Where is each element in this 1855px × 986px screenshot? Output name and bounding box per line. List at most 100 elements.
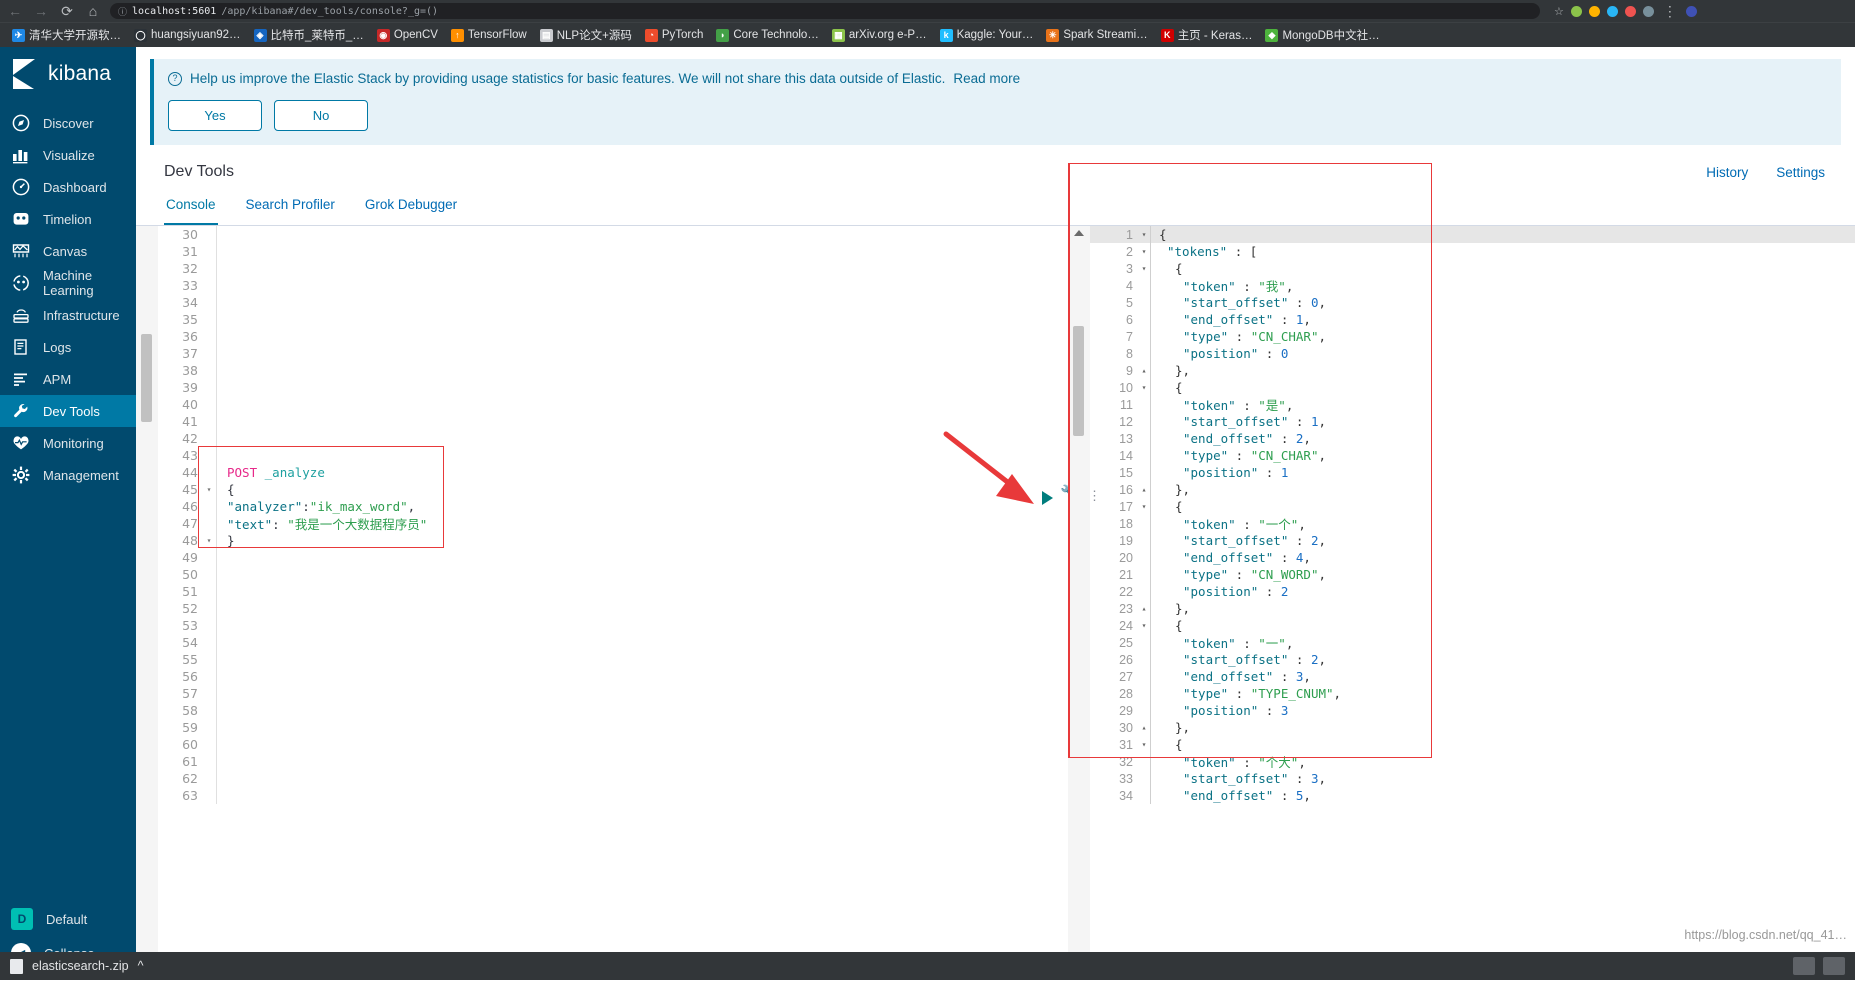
profile-avatar[interactable] bbox=[1685, 5, 1697, 17]
bookmark-item[interactable]: ◈ 比特币_莱特币_… bbox=[248, 25, 370, 45]
line-content[interactable]: { bbox=[1151, 261, 1183, 276]
line-content[interactable]: "token" : "我", bbox=[1151, 276, 1293, 295]
fold-toggle-icon[interactable]: ▾ bbox=[204, 536, 214, 545]
response-viewer-pane[interactable]: 1 ▾{2 ▾ "tokens" : [3 ▾{4 "token" : "我", 5 "sta… bbox=[1068, 163, 1855, 980]
telemetry-no-button[interactable]: No bbox=[274, 100, 368, 131]
open-docs-button[interactable]: 🔧 bbox=[1060, 484, 1068, 502]
tab-grok-debugger[interactable]: Grok Debugger bbox=[363, 191, 459, 225]
line-content[interactable]: "start_offset" : 1, bbox=[1151, 414, 1326, 429]
bookmark-item[interactable]: ↑ TensorFlow bbox=[445, 27, 533, 44]
download-caret-icon[interactable]: ^ bbox=[138, 959, 144, 973]
sidebar-item-canvas[interactable]: Canvas bbox=[0, 235, 136, 267]
bookmark-star-icon[interactable]: ☆ bbox=[1554, 5, 1564, 18]
bookmark-item[interactable]: k Kaggle: Your… bbox=[934, 27, 1040, 44]
extension-icon-5[interactable] bbox=[1642, 5, 1654, 17]
line-content[interactable]: }, bbox=[1151, 601, 1190, 616]
line-content[interactable]: "tokens" : [ bbox=[1151, 244, 1257, 259]
fold-toggle-icon[interactable]: ▴ bbox=[1138, 366, 1150, 375]
response-scroll-thumb[interactable] bbox=[1073, 326, 1084, 436]
scroll-up-caret-icon[interactable] bbox=[1074, 230, 1084, 236]
bookmark-item[interactable]: ◯ huangsiyuan92… bbox=[128, 27, 247, 44]
line-content[interactable]: "position" : 2 bbox=[1151, 584, 1288, 599]
line-content[interactable]: { bbox=[1151, 499, 1183, 514]
fold-toggle-icon[interactable]: ▾ bbox=[1138, 383, 1150, 392]
run-request-button[interactable] bbox=[1042, 491, 1053, 505]
site-info-icon[interactable]: ⓘ bbox=[118, 5, 127, 18]
line-content[interactable]: "text": "我是一个大数据程序员" bbox=[217, 514, 427, 533]
line-content[interactable]: { bbox=[1151, 737, 1183, 752]
fold-toggle-icon[interactable]: ▾ bbox=[1138, 247, 1150, 256]
line-content[interactable]: "end_offset" : 2, bbox=[1151, 431, 1311, 446]
line-content[interactable]: "token" : "是", bbox=[1151, 395, 1293, 414]
fold-toggle-icon[interactable]: ▴ bbox=[1138, 485, 1150, 494]
response-menu-button[interactable]: ⋮ bbox=[1088, 488, 1102, 504]
sidebar-item-apm[interactable]: APM bbox=[0, 363, 136, 395]
tab-search-profiler[interactable]: Search Profiler bbox=[244, 191, 337, 225]
browser-menu-icon[interactable]: ⋮ bbox=[1661, 4, 1679, 18]
forward-icon[interactable]: → bbox=[32, 4, 50, 18]
fold-toggle-icon[interactable]: ▴ bbox=[1138, 723, 1150, 732]
sidebar-item-discover[interactable]: Discover bbox=[0, 107, 136, 139]
extension-icon-2[interactable] bbox=[1588, 5, 1600, 17]
sidebar-item-machine-learning[interactable]: Machine Learning bbox=[0, 267, 136, 299]
line-content[interactable]: "position" : 3 bbox=[1151, 703, 1288, 718]
bookmark-item[interactable]: ◆ MongoDB中文社… bbox=[1259, 25, 1385, 45]
line-content[interactable]: "end_offset" : 3, bbox=[1151, 669, 1311, 684]
read-more-link[interactable]: Read more bbox=[953, 71, 1020, 86]
fold-toggle-icon[interactable]: ▾ bbox=[1138, 502, 1150, 511]
line-content[interactable]: "end_offset" : 1, bbox=[1151, 312, 1311, 327]
line-content[interactable]: "type" : "CN_CHAR", bbox=[1151, 448, 1326, 463]
line-content[interactable]: "start_offset" : 0, bbox=[1151, 295, 1326, 310]
line-content[interactable]: "end_offset" : 4, bbox=[1151, 550, 1311, 565]
telemetry-yes-button[interactable]: Yes bbox=[168, 100, 262, 131]
ime-options[interactable] bbox=[1823, 957, 1845, 975]
sidebar-item-management[interactable]: Management bbox=[0, 459, 136, 491]
bookmark-item[interactable]: K 主页 - Keras… bbox=[1155, 25, 1259, 45]
line-content[interactable]: "type" : "CN_CHAR", bbox=[1151, 329, 1326, 344]
bookmark-item[interactable]: ◉ OpenCV bbox=[371, 27, 444, 44]
sidebar-item-space-default[interactable]: D Default bbox=[0, 902, 136, 936]
response-scrollbar[interactable] bbox=[1068, 226, 1090, 980]
home-icon[interactable]: ⌂ bbox=[84, 4, 102, 18]
line-content[interactable]: "end_offset" : 5, bbox=[1151, 788, 1311, 803]
sidebar-item-dev-tools[interactable]: Dev Tools bbox=[0, 395, 136, 427]
fold-toggle-icon[interactable]: ▾ bbox=[1138, 621, 1150, 630]
line-content[interactable]: "token" : "一", bbox=[1151, 633, 1293, 652]
line-content[interactable]: } bbox=[217, 533, 235, 548]
fold-toggle-icon[interactable]: ▾ bbox=[1138, 230, 1150, 239]
sidebar-item-timelion[interactable]: Timelion bbox=[0, 203, 136, 235]
bookmark-item[interactable]: ▤ NLP论文+源码 bbox=[534, 25, 638, 45]
line-content[interactable]: "position" : 0 bbox=[1151, 346, 1288, 361]
bookmark-item[interactable]: ✈ 清华大学开源软… bbox=[6, 25, 127, 45]
bookmark-item[interactable]: ✳ Spark Streami… bbox=[1040, 27, 1153, 44]
kibana-logo[interactable]: kibana bbox=[0, 47, 136, 101]
sidebar-item-logs[interactable]: Logs bbox=[0, 331, 136, 363]
line-content[interactable]: "token" : "一个", bbox=[1151, 514, 1306, 533]
bookmark-item[interactable]: ◔ PyTorch bbox=[639, 27, 710, 44]
sidebar-item-visualize[interactable]: Visualize bbox=[0, 139, 136, 171]
request-editor-pane[interactable]: 30 31 32 33 34 35 36 37 38 39 40 41 42 43 44 POST _anal… bbox=[136, 226, 1068, 980]
line-content[interactable]: { bbox=[1151, 380, 1183, 395]
back-icon[interactable]: ← bbox=[6, 4, 24, 18]
line-content[interactable]: "token" : "个大", bbox=[1151, 752, 1306, 771]
reload-icon[interactable]: ⟳ bbox=[58, 4, 76, 18]
line-content[interactable]: "type" : "TYPE_CNUM", bbox=[1151, 686, 1341, 701]
settings-button[interactable]: Settings bbox=[1776, 165, 1825, 180]
fold-toggle-icon[interactable]: ▾ bbox=[204, 485, 214, 494]
line-content[interactable]: "analyzer":"ik_max_word", bbox=[217, 499, 415, 514]
line-content[interactable]: "start_offset" : 3, bbox=[1151, 771, 1326, 786]
line-content[interactable]: POST _analyze bbox=[217, 465, 325, 480]
response-editor[interactable]: 1 ▾{2 ▾ "tokens" : [3 ▾{4 "token" : "我", 5 "sta… bbox=[1090, 226, 1855, 980]
bookmark-item[interactable]: ◗ Core Technolo… bbox=[710, 27, 824, 44]
sidebar-item-infrastructure[interactable]: Infrastructure bbox=[0, 299, 136, 331]
line-content[interactable]: { bbox=[217, 482, 235, 497]
editor-scrollbar[interactable] bbox=[136, 226, 158, 980]
line-content[interactable]: "start_offset" : 2, bbox=[1151, 652, 1326, 667]
extension-icon-4[interactable] bbox=[1624, 5, 1636, 17]
ime-indicator[interactable] bbox=[1793, 957, 1815, 975]
tab-console[interactable]: Console bbox=[164, 191, 218, 225]
sidebar-item-dashboard[interactable]: Dashboard bbox=[0, 171, 136, 203]
history-button[interactable]: History bbox=[1706, 165, 1748, 180]
line-content[interactable]: "start_offset" : 2, bbox=[1151, 533, 1326, 548]
editor-scroll-thumb[interactable] bbox=[141, 334, 152, 422]
